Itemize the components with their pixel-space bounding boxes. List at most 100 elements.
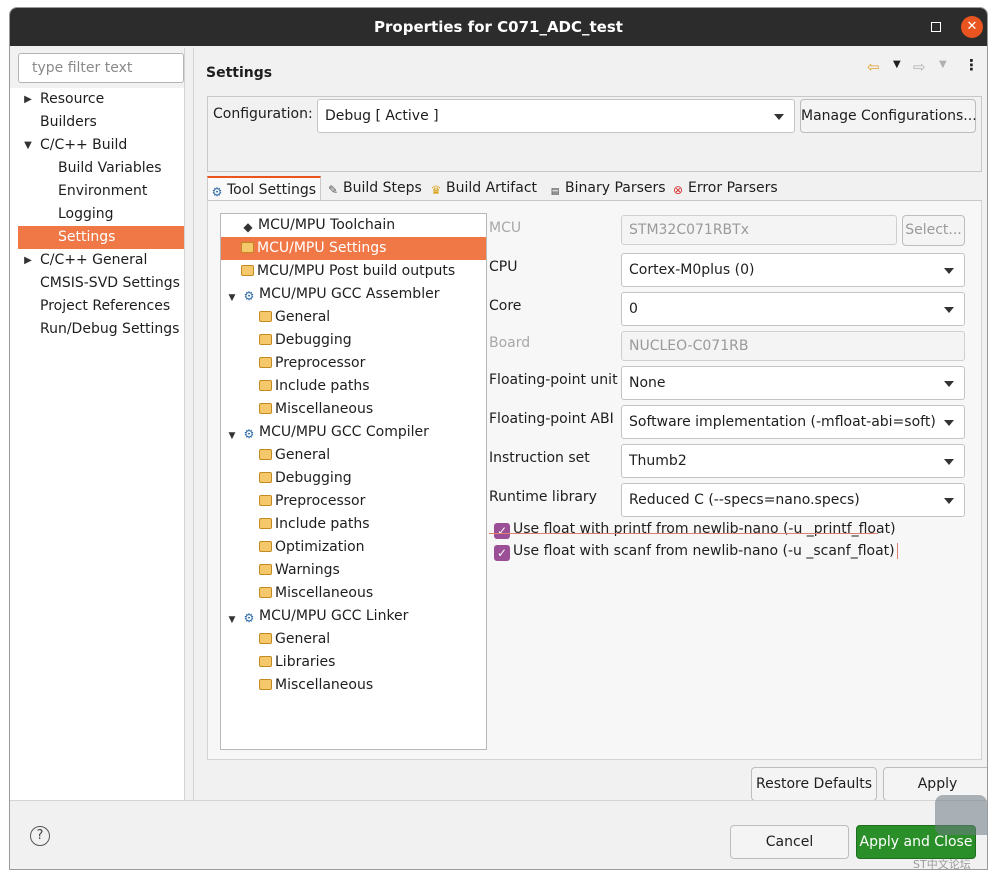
folder-icon: [259, 380, 272, 391]
tree-item[interactable]: Miscellaneous: [221, 674, 486, 697]
fpu-select[interactable]: None: [621, 366, 965, 400]
folder-icon: [259, 472, 272, 483]
sash-divider[interactable]: [184, 48, 194, 800]
tree-item[interactable]: Preprocessor: [221, 490, 486, 513]
chip-icon: ◆: [243, 220, 253, 234]
folder-icon: [259, 334, 272, 345]
collapse-arrow-icon[interactable]: ▼: [225, 429, 239, 443]
collapse-arrow-icon[interactable]: ▼: [225, 613, 239, 627]
tree-item[interactable]: Include paths: [221, 375, 486, 398]
tree-item[interactable]: ▼ ⚙ MCU/MPU GCC Assembler: [221, 283, 486, 306]
collapse-arrow-icon[interactable]: ▼: [22, 134, 34, 157]
tree-item[interactable]: Debugging: [221, 467, 486, 490]
trophy-icon: ♛: [430, 183, 442, 197]
restore-defaults-button[interactable]: Restore Defaults: [751, 767, 877, 801]
configuration-select[interactable]: Debug [ Active ]: [317, 99, 795, 133]
maximize-icon[interactable]: [931, 22, 941, 32]
cancel-button[interactable]: Cancel: [730, 825, 849, 859]
tree-item-label: Preprocessor: [275, 493, 366, 509]
tree-item[interactable]: MCU/MPU Post build outputs: [221, 260, 486, 283]
expand-arrow-icon[interactable]: ▶: [22, 88, 34, 111]
tree-item[interactable]: Miscellaneous: [221, 398, 486, 421]
gear-icon: ⚙: [243, 289, 255, 303]
tree-item[interactable]: ▼ ⚙ MCU/MPU GCC Linker: [221, 605, 486, 628]
folder-icon: [259, 564, 272, 575]
forward-menu-chevron-icon[interactable]: ▼: [939, 59, 947, 70]
tree-item[interactable]: General: [221, 444, 486, 467]
folder-icon: [259, 587, 272, 598]
tree-item-label: MCU/MPU Post build outputs: [257, 263, 456, 279]
tree-item[interactable]: Include paths: [221, 513, 486, 536]
nav-item-cpp-build[interactable]: ▼ C/C++ Build: [10, 134, 184, 157]
back-menu-chevron-icon[interactable]: ▼: [893, 59, 901, 70]
nav-item-cmsis-svd[interactable]: CMSIS-SVD Settings: [10, 272, 184, 295]
manage-configurations-button[interactable]: Manage Configurations...: [800, 99, 977, 133]
properties-dialog: Properties for C071_ADC_test ✕ type filt…: [9, 7, 988, 870]
expand-arrow-icon[interactable]: ▶: [22, 249, 34, 272]
help-icon[interactable]: ?: [30, 826, 50, 846]
printf-float-checkbox[interactable]: ✓: [494, 523, 510, 539]
fpabi-select[interactable]: Software implementation (-mfloat-abi=sof…: [621, 405, 965, 439]
nav-item-resource[interactable]: ▶ Resource: [10, 88, 184, 111]
mcu-select-button[interactable]: Select...: [902, 215, 965, 246]
tree-item-label: General: [275, 447, 331, 463]
settings-page: Settings ⇦ ▼ ⇨ ▼ ⋮ Configuration: Debug …: [194, 48, 987, 801]
tree-item[interactable]: ◆ MCU/MPU Toolchain: [221, 214, 486, 237]
folder-icon: [259, 357, 272, 368]
chevron-down-icon: [944, 381, 954, 387]
nav-item-settings[interactable]: Settings: [18, 226, 184, 249]
core-select[interactable]: 0: [621, 292, 965, 326]
fpabi-label: Floating-point ABI: [489, 411, 614, 427]
tab-tool-settings[interactable]: ⚙ Tool Settings: [207, 176, 321, 200]
tree-item-label: Miscellaneous: [275, 401, 374, 417]
tree-item-label: Warnings: [275, 562, 340, 578]
cpu-select[interactable]: Cortex-M0plus (0): [621, 253, 965, 287]
tab-build-artifact[interactable]: ♛ Build Artifact: [427, 176, 545, 200]
tree-item[interactable]: MCU/MPU Settings: [221, 237, 486, 260]
nav-item-builders[interactable]: Builders: [10, 111, 184, 134]
tree-item[interactable]: Warnings: [221, 559, 486, 582]
folder-icon: [259, 518, 272, 529]
error-icon: ⊗: [672, 183, 684, 197]
tree-item[interactable]: ▼ ⚙ MCU/MPU GCC Compiler: [221, 421, 486, 444]
tree-item-label: MCU/MPU GCC Assembler: [259, 286, 440, 302]
cpu-label: CPU: [489, 259, 518, 275]
nav-item-logging[interactable]: Logging: [10, 203, 184, 226]
tree-item[interactable]: Optimization: [221, 536, 486, 559]
tree-item-label: MCU/MPU GCC Compiler: [259, 424, 429, 440]
nav-item-environment[interactable]: Environment: [10, 180, 184, 203]
tab-error-parsers[interactable]: ⊗ Error Parsers: [669, 176, 783, 200]
tab-binary-parsers[interactable]: ▤ Binary Parsers: [546, 176, 666, 200]
forward-icon[interactable]: ⇨: [913, 58, 926, 76]
tree-item[interactable]: General: [221, 306, 486, 329]
nav-item-run-debug[interactable]: Run/Debug Settings: [10, 318, 184, 341]
printf-float-label: Use float with printf from newlib-nano (…: [513, 521, 896, 537]
back-icon[interactable]: ⇦: [867, 58, 880, 76]
tree-item[interactable]: Preprocessor: [221, 352, 486, 375]
filter-input[interactable]: type filter text: [18, 53, 184, 83]
tool-tree: ◆ MCU/MPU Toolchain MCU/MPU Settings MCU/MP…: [220, 213, 487, 750]
instruction-set-select[interactable]: Thumb2: [621, 444, 965, 478]
chevron-down-icon: [944, 420, 954, 426]
scanf-float-checkbox[interactable]: ✓: [494, 545, 510, 561]
dialog-button-bar: ? Cancel Apply and Close: [10, 800, 987, 869]
close-icon[interactable]: ✕: [961, 16, 983, 38]
tab-build-steps[interactable]: ✎ Build Steps: [324, 176, 424, 200]
nav-item-project-references[interactable]: Project References: [10, 295, 184, 318]
nav-item-cpp-general[interactable]: ▶ C/C++ General: [10, 249, 184, 272]
chevron-down-icon: [774, 114, 784, 120]
tree-item-label: General: [275, 309, 331, 325]
page-title: Settings: [206, 65, 273, 81]
view-menu-icon[interactable]: ⋮: [964, 56, 979, 74]
nav-item-build-variables[interactable]: Build Variables: [10, 157, 184, 180]
tree-item[interactable]: Debugging: [221, 329, 486, 352]
tree-item[interactable]: Libraries: [221, 651, 486, 674]
collapse-arrow-icon[interactable]: ▼: [225, 291, 239, 305]
gear-icon: ⚙: [211, 185, 223, 199]
tree-item[interactable]: Miscellaneous: [221, 582, 486, 605]
scanf-float-label: Use float with scanf from newlib-nano (-…: [513, 543, 898, 559]
tree-item[interactable]: General: [221, 628, 486, 651]
annotation-underline: [489, 533, 878, 534]
tree-item-label: Libraries: [275, 654, 336, 670]
runtime-library-select[interactable]: Reduced C (--specs=nano.specs): [621, 483, 965, 517]
